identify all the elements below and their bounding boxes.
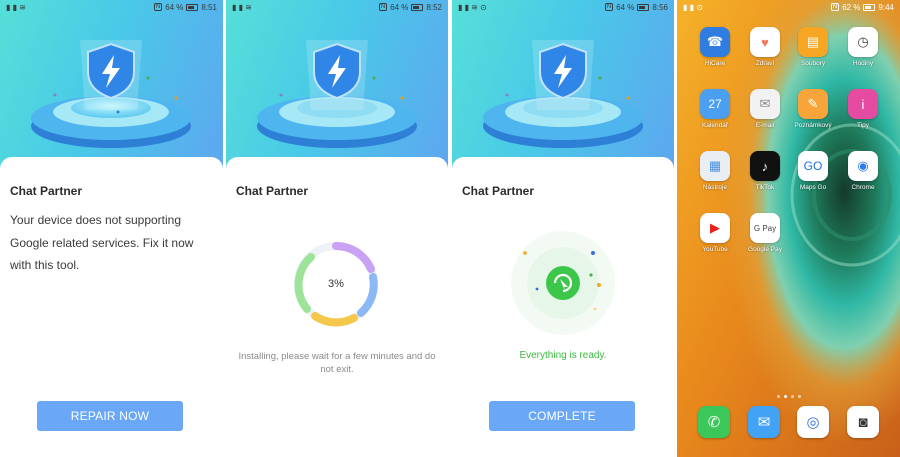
- email-icon: ✉: [750, 89, 780, 119]
- battery-percent: 64 %: [390, 2, 409, 12]
- signal-icons: ▮ ▮ ⊙: [683, 2, 703, 12]
- app-label: Zdraví: [755, 60, 775, 67]
- panel-divider: [223, 0, 226, 457]
- battery-icon: [186, 3, 199, 11]
- app-title: Chat Partner: [462, 184, 535, 198]
- app-youtube[interactable]: ▶ YouTube: [690, 213, 740, 253]
- clock-icon: ◷: [848, 27, 878, 57]
- hicare-icon: ☎: [700, 27, 730, 57]
- signal-wifi-icons: ▮ ▮ ≋: [6, 2, 26, 12]
- app-hodiny[interactable]: ◷ Hodiny: [838, 27, 888, 67]
- panel-divider: [674, 0, 677, 457]
- google-pay-icon: G Pay: [750, 213, 780, 243]
- complete-button[interactable]: COMPLETE: [489, 401, 635, 431]
- app-label: Maps Go: [799, 184, 827, 191]
- health-icon: ♥: [750, 27, 780, 57]
- nfc-icon: N: [153, 3, 163, 11]
- app-kalend-[interactable]: 27 Kalendář: [690, 89, 740, 129]
- installing-screen: ▮ ▮ ≋ N 64 % 8:52 Chat Partner 3% Instal…: [226, 0, 448, 457]
- clock-time: 8:52: [426, 2, 442, 12]
- shield-platform-illustration: [483, 40, 643, 148]
- signal-wifi-icons: ▮ ▮ ≋: [232, 2, 252, 12]
- progress-ring: 3%: [291, 239, 381, 329]
- dock-phone-icon[interactable]: ✆: [698, 406, 730, 438]
- status-bar: ▮ ▮ ≋ N 64 % 8:52: [226, 0, 448, 14]
- progress-percent: 3%: [328, 278, 344, 290]
- ready-status: Everything is ready.: [519, 350, 607, 361]
- app-label: Tipy: [856, 122, 870, 129]
- shield-platform-illustration: [257, 40, 417, 148]
- app-label: TikTok: [755, 184, 775, 191]
- app-zdrav-[interactable]: ♥ Zdraví: [740, 27, 790, 67]
- dock-browser-icon[interactable]: ◎: [797, 406, 829, 438]
- nfc-icon: N: [604, 3, 614, 11]
- app-tipy[interactable]: i Tipy: [838, 89, 888, 129]
- battery-percent: 62 %: [842, 2, 861, 12]
- app-soubory[interactable]: ▤ Soubory: [788, 27, 838, 67]
- status-bar: ▮ ▮ ⊙ N 62 % 9:44: [677, 0, 900, 14]
- app-label: Chrome: [851, 184, 875, 191]
- app-hicare[interactable]: ☎ HiCare: [690, 27, 740, 67]
- hero-banner: [452, 0, 674, 175]
- content-card: Chat Partner Your device does not suppor…: [0, 157, 223, 457]
- app-pozn-mkov-[interactable]: ✎ Poznámkový: [788, 89, 838, 129]
- battery-icon: [863, 3, 876, 11]
- content-card: Chat Partner 3% Installing, please wait …: [226, 157, 448, 457]
- home-screen: ▮ ▮ ⊙ N 62 % 9:44 ☎ HiCare ♥ Zdraví ▤ Soubory…: [677, 0, 900, 457]
- app-label: Hodiny: [852, 60, 874, 67]
- app-e-mail[interactable]: ✉ E-mail: [740, 89, 790, 129]
- app-n-stroje[interactable]: ▦ Nástroje: [690, 151, 740, 191]
- dock-messages-icon[interactable]: ✉: [748, 406, 780, 438]
- page-indicator: [777, 395, 801, 398]
- app-label: Poznámkový: [794, 122, 832, 129]
- chrome-icon: ◉: [848, 151, 878, 181]
- status-bar: ▮ ▮ ≋ N 64 % 8:51: [0, 0, 223, 14]
- app-maps-go[interactable]: GO Maps Go: [788, 151, 838, 191]
- app-google-pay[interactable]: G Pay Google Pay: [740, 213, 790, 253]
- clock-time: 8:56: [652, 2, 668, 12]
- clock-time: 8:51: [201, 2, 217, 12]
- notepad-icon: ✎: [798, 89, 828, 119]
- signal-wifi-icons: ▮ ▮ ≋ ⊙: [458, 2, 487, 12]
- calendar-icon: 27: [700, 89, 730, 119]
- repair-screen: ▮ ▮ ≋ N 64 % 8:51 Chat Partner Your devi…: [0, 0, 223, 457]
- nfc-icon: N: [378, 3, 388, 11]
- battery-percent: 64 %: [616, 2, 635, 12]
- maps-go-icon: GO: [798, 151, 828, 181]
- battery-percent: 64 %: [165, 2, 184, 12]
- battery-icon: [637, 3, 650, 11]
- repair-now-button[interactable]: REPAIR NOW: [37, 401, 183, 431]
- content-card: Chat Partner Everything is ready. COMPLE…: [452, 157, 674, 457]
- tools-folder-icon: ▦: [700, 151, 730, 181]
- app-label: Google Pay: [748, 246, 782, 253]
- tips-icon: i: [848, 89, 878, 119]
- app-tiktok[interactable]: ♪ TikTok: [740, 151, 790, 191]
- files-icon: ▤: [798, 27, 828, 57]
- youtube-icon: ▶: [700, 213, 730, 243]
- app-label: HiCare: [704, 60, 726, 67]
- installing-note: Installing, please wait for a few minute…: [238, 351, 436, 375]
- app-label: Nástroje: [702, 184, 728, 191]
- hero-banner: [226, 0, 448, 175]
- app-label: Kalendář: [701, 122, 729, 129]
- shield-platform-illustration: [31, 40, 191, 148]
- complete-screen: ▮ ▮ ≋ ⊙ N 64 % 8:56 Chat Partner Everyth…: [452, 0, 674, 457]
- app-label: YouTube: [702, 246, 728, 253]
- ready-check-icon: [507, 227, 619, 339]
- nfc-icon: N: [830, 3, 840, 11]
- tiktok-icon: ♪: [750, 151, 780, 181]
- description-text: Your device does not supporting Google r…: [10, 213, 194, 272]
- clock-time: 9:44: [878, 2, 894, 12]
- app-label: E-mail: [755, 122, 775, 129]
- app-title: Chat Partner: [236, 184, 309, 198]
- app-label: Soubory: [800, 60, 826, 67]
- battery-icon: [411, 3, 424, 11]
- app-title: Chat Partner: [10, 184, 83, 198]
- status-bar: ▮ ▮ ≋ ⊙ N 64 % 8:56: [452, 0, 674, 14]
- hero-banner: [0, 0, 223, 175]
- dock-camera-icon[interactable]: ◙: [847, 406, 879, 438]
- app-chrome[interactable]: ◉ Chrome: [838, 151, 888, 191]
- panel-divider: [448, 0, 451, 457]
